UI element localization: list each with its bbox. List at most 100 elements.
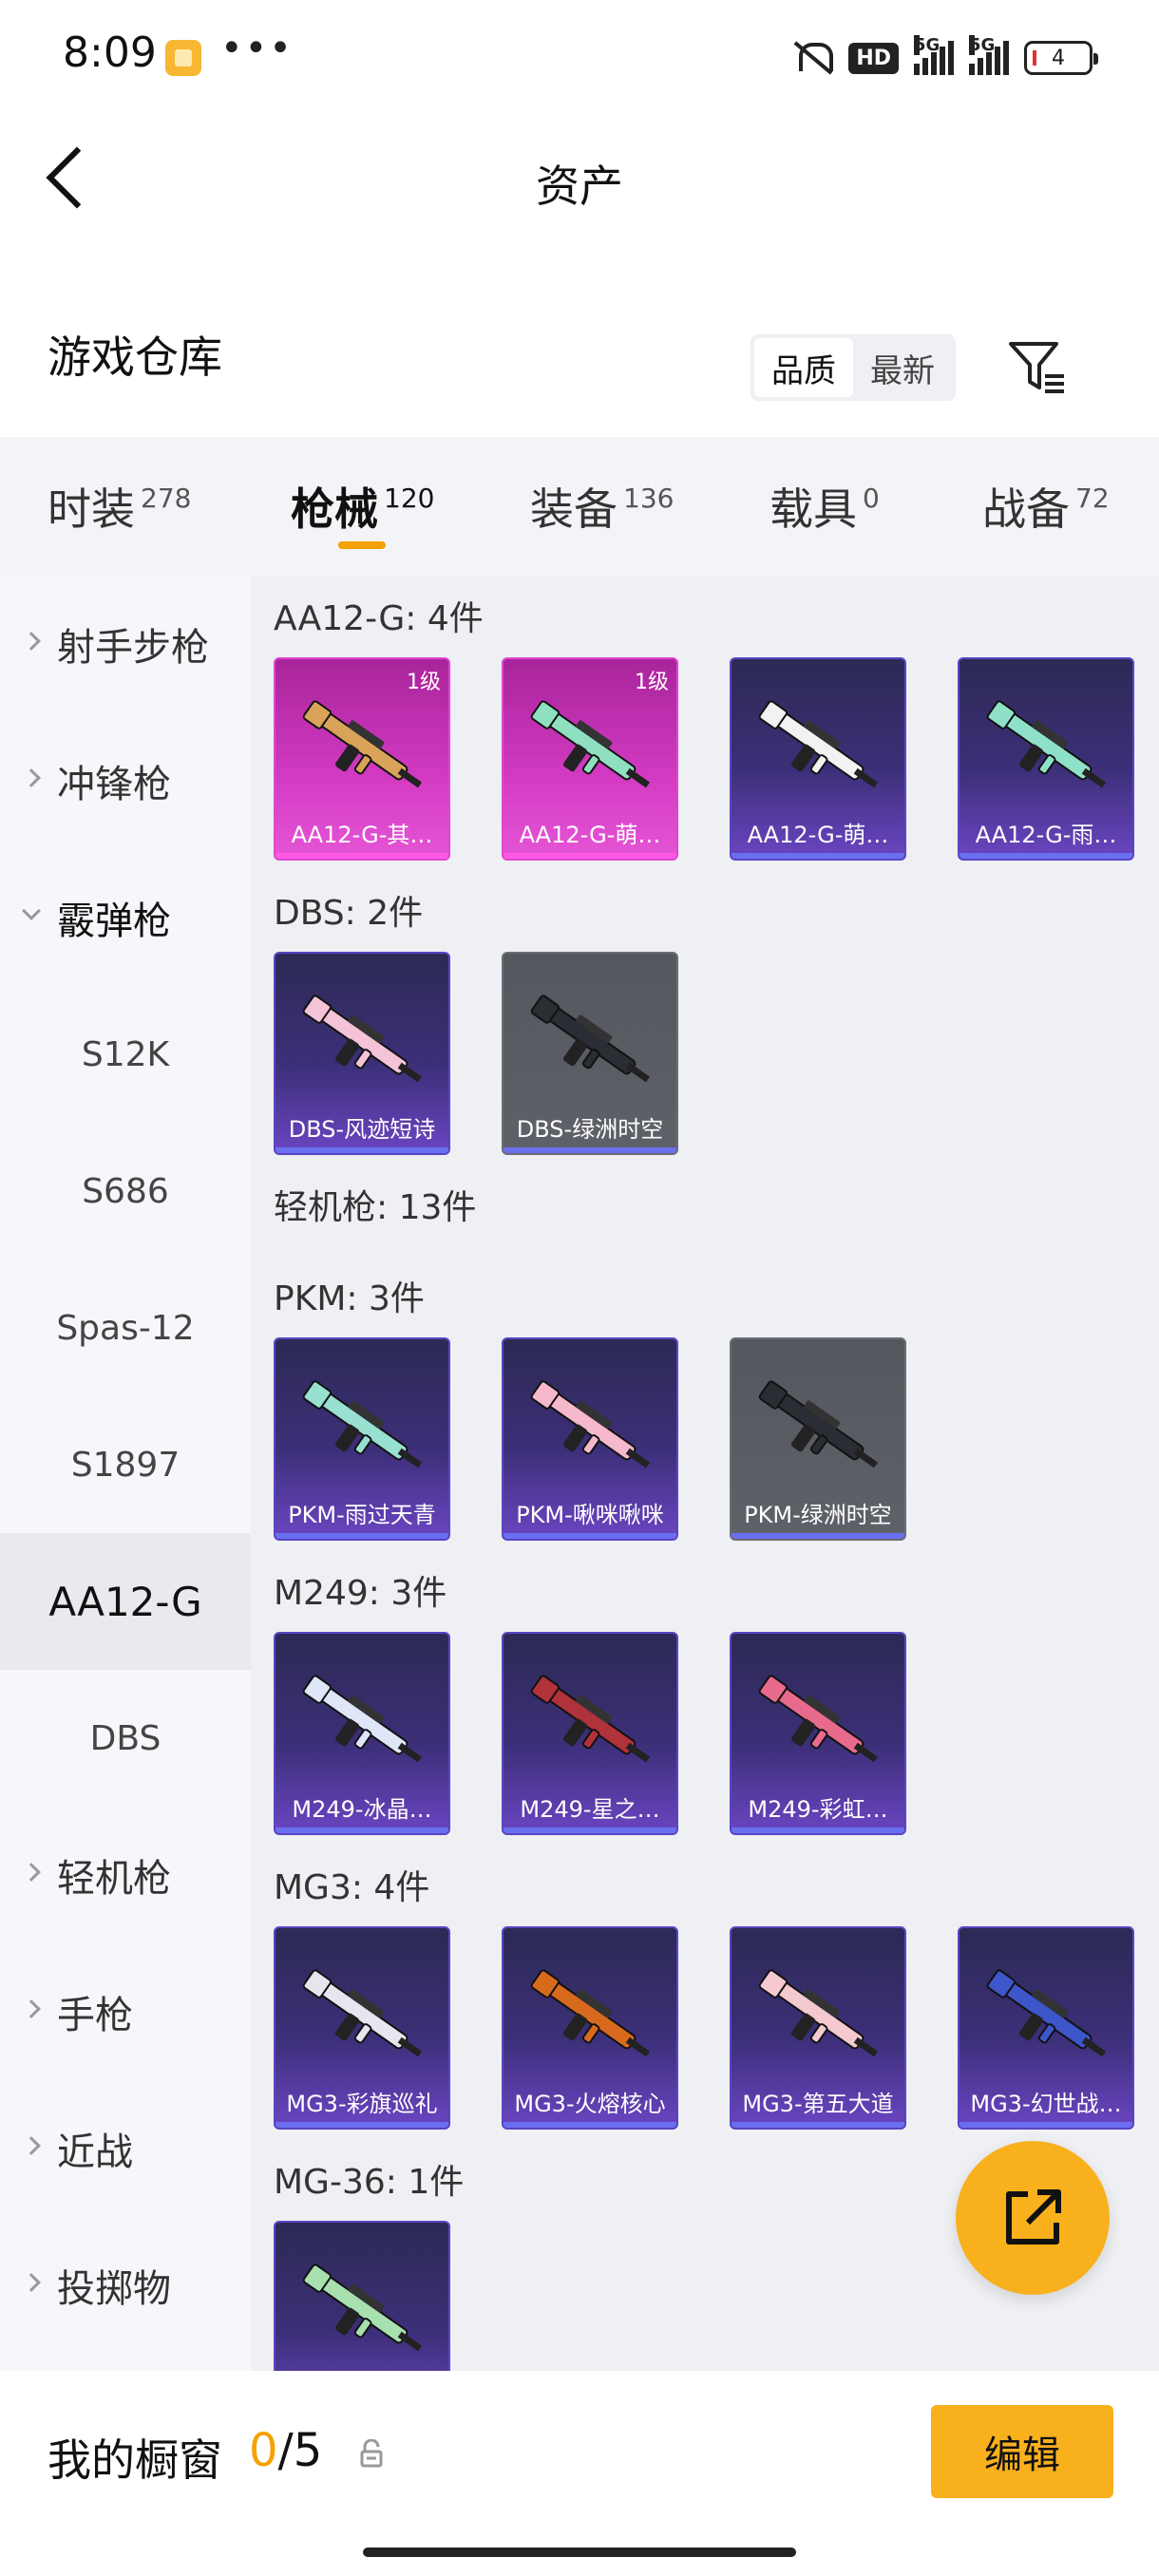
- chevron-right-icon: [22, 1863, 41, 1882]
- skin-card[interactable]: 1级 AA12-G-其…: [274, 657, 450, 861]
- rarity-bar: [504, 2122, 676, 2128]
- sidebar-item[interactable]: AA12-G: [0, 1533, 251, 1670]
- status-bar: 8:09 ••• HD 5G 5G 4: [0, 0, 1159, 114]
- sidebar-item[interactable]: S12K: [0, 986, 251, 1123]
- skin-card[interactable]: MG3-火熔核心: [502, 1926, 678, 2130]
- sidebar-item[interactable]: 霰弹枪: [0, 849, 251, 986]
- weapon-category-sidebar: 射手步枪冲锋枪霰弹枪 S12K S686 Spas-12 S1897 AA12-G DBS 轻…: [0, 576, 251, 2371]
- skin-name: M249-星之…: [520, 1796, 660, 1823]
- gun-skin-image: [302, 1969, 423, 2057]
- rarity-bar: [276, 853, 448, 859]
- share-button[interactable]: [956, 2141, 1110, 2295]
- rarity-bar: [960, 853, 1132, 859]
- tab-guns[interactable]: 枪械 120: [291, 475, 434, 538]
- skin-card[interactable]: DBS-风迹短诗: [274, 952, 450, 1155]
- skin-name: DBS-风迹短诗: [288, 1116, 436, 1143]
- skin-card[interactable]: DBS-绿洲时空: [502, 952, 678, 1155]
- skin-card[interactable]: MG3-第五大道: [730, 1926, 906, 2130]
- skin-name: MG3-第五大道: [742, 2091, 894, 2117]
- tab-vehicles[interactable]: 载具 0: [770, 475, 880, 538]
- skin-card[interactable]: PKM-啾咪啾咪: [502, 1337, 678, 1541]
- sidebar-item[interactable]: 射手步枪: [0, 576, 251, 712]
- skin-card[interactable]: MG3-彩旗巡礼: [274, 1926, 450, 2130]
- home-indicator[interactable]: [363, 2548, 796, 2557]
- skin-card[interactable]: [274, 2221, 450, 2371]
- sidebar-item[interactable]: Spas-12: [0, 1260, 251, 1396]
- notes-app-icon: [165, 40, 201, 76]
- rarity-bar: [504, 853, 676, 859]
- chevron-right-icon: [22, 1999, 41, 2018]
- skin-card[interactable]: M249-星之…: [502, 1632, 678, 1835]
- sort-newest-button[interactable]: 最新: [853, 338, 952, 397]
- sidebar-item-label: 霰弹枪: [57, 900, 171, 943]
- rarity-bar: [504, 1533, 676, 1539]
- tab-label: 枪械: [291, 483, 378, 535]
- sidebar-item[interactable]: S1897: [0, 1396, 251, 1533]
- sidebar-item[interactable]: 轻机枪: [0, 1807, 251, 1943]
- gun-skin-image: [530, 1969, 651, 2057]
- skin-card[interactable]: M249-冰晶…: [274, 1632, 450, 1835]
- sidebar-item-label: DBS: [89, 1718, 162, 1758]
- gun-skin-image: [758, 1675, 879, 1763]
- gun-skin-image: [986, 1969, 1107, 2057]
- rarity-bar: [732, 853, 904, 859]
- sidebar-item-label: 射手步枪: [57, 626, 209, 670]
- tab-equipment[interactable]: 装备 136: [530, 475, 674, 538]
- group-title: DBS: 2件: [274, 894, 424, 933]
- skin-name: PKM-雨过天青: [288, 1502, 436, 1528]
- tab-fashion[interactable]: 时装 278: [48, 475, 191, 538]
- group-title: PKM: 3件: [274, 1279, 425, 1318]
- skin-card[interactable]: PKM-绿洲时空: [730, 1337, 906, 1541]
- group-title: MG-36: 1件: [274, 2163, 465, 2202]
- skin-card[interactable]: AA12-G-雨…: [958, 657, 1134, 861]
- gun-skin-image: [302, 1380, 423, 1468]
- skin-card[interactable]: AA12-G-萌…: [730, 657, 906, 861]
- rarity-bar: [276, 1828, 448, 1833]
- showcase-bar: 我的橱窗 0/5 编辑: [0, 2371, 1159, 2576]
- filter-icon[interactable]: [1007, 340, 1068, 397]
- silent-mode-icon: [791, 39, 834, 77]
- skin-name: AA12-G-萌…: [519, 822, 661, 848]
- gun-skin-image: [986, 700, 1107, 788]
- tab-supplies[interactable]: 战备 72: [982, 475, 1110, 538]
- skin-card[interactable]: 1级 AA12-G-萌…: [502, 657, 678, 861]
- sidebar-item[interactable]: 投掷物: [0, 2217, 251, 2354]
- sidebar-item[interactable]: 冲锋枪: [0, 712, 251, 849]
- tab-label: 时装: [48, 483, 135, 535]
- skin-name: PKM-绿洲时空: [744, 1502, 892, 1528]
- chevron-right-icon: [22, 2273, 41, 2292]
- rarity-bar: [960, 2122, 1132, 2128]
- sidebar-item[interactable]: 手枪: [0, 1943, 251, 2080]
- tab-label: 装备: [530, 483, 618, 535]
- skin-name: MG3-火熔核心: [514, 2091, 666, 2117]
- rarity-bar: [732, 2122, 904, 2128]
- network-type-label-2: 5G: [969, 35, 996, 55]
- sidebar-item[interactable]: S686: [0, 1123, 251, 1260]
- skin-card[interactable]: M249-彩虹…: [730, 1632, 906, 1835]
- signal-icon: 5G: [914, 35, 954, 75]
- gun-skin-image: [530, 1675, 651, 1763]
- chevron-right-icon: [22, 768, 41, 787]
- skin-name: M249-冰晶…: [292, 1796, 432, 1823]
- skin-name: PKM-啾咪啾咪: [516, 1502, 664, 1528]
- battery-level: 4: [1052, 46, 1065, 70]
- showcase-count-current: 0: [249, 2424, 278, 2477]
- rarity-bar: [276, 2122, 448, 2128]
- skin-card[interactable]: MG3-幻世战…: [958, 1926, 1134, 2130]
- group-title: MG3: 4件: [274, 1868, 430, 1907]
- skin-card[interactable]: PKM-雨过天青: [274, 1337, 450, 1541]
- sidebar-item[interactable]: 近战: [0, 2080, 251, 2217]
- gun-skin-image: [302, 2263, 423, 2352]
- edit-button[interactable]: 编辑: [931, 2405, 1113, 2498]
- chevron-down-icon: [22, 901, 41, 920]
- sidebar-item-label: 轻机枪: [57, 1857, 171, 1901]
- tab-label: 载具: [770, 483, 857, 535]
- status-time: 8:09: [63, 28, 157, 77]
- sidebar-item[interactable]: DBS: [0, 1670, 251, 1807]
- battery-icon: 4: [1024, 41, 1098, 75]
- sort-quality-button[interactable]: 品质: [754, 338, 853, 397]
- group-title: M249: 3件: [274, 1574, 447, 1613]
- skin-name: DBS-绿洲时空: [516, 1116, 664, 1143]
- lock-icon: [360, 2439, 383, 2468]
- tab-count: 278: [141, 483, 192, 514]
